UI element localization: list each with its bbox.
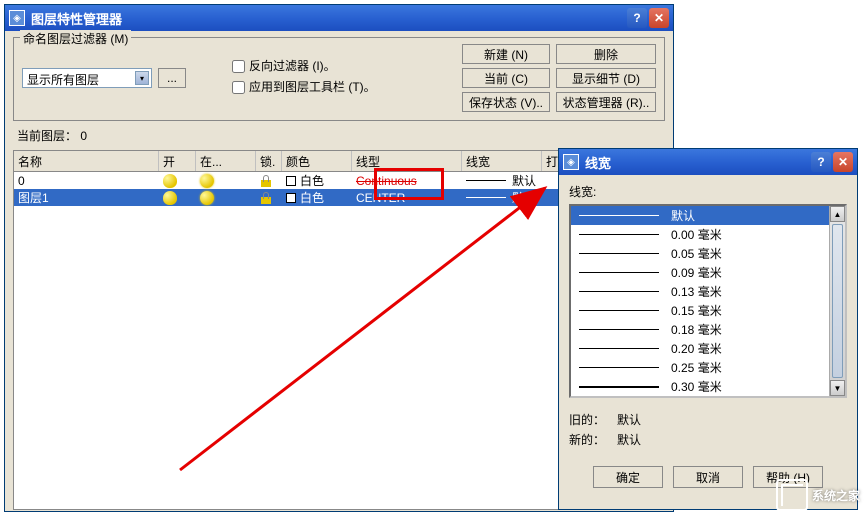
details-button[interactable]: 显示细节 (D) (556, 68, 656, 88)
filter-fieldset: 命名图层过滤器 (M) 显示所有图层 ▾ ... 反向过滤器 (I)。 应用到图… (13, 37, 665, 121)
col-color[interactable]: 颜色 (282, 151, 352, 171)
color-swatch[interactable] (286, 176, 296, 186)
invert-filter-checkbox[interactable]: 反向过滤器 (I)。 (232, 57, 376, 74)
lw-item[interactable]: 0.09 毫米 (571, 263, 829, 282)
help-icon[interactable]: ? (811, 152, 831, 172)
dropdown-arrow-icon: ▾ (135, 71, 149, 85)
linetype-cell[interactable]: CENTER (352, 189, 462, 206)
linetype-cell[interactable]: Continuous (352, 172, 462, 189)
lw-item-default[interactable]: 默认 (571, 206, 829, 225)
current-button[interactable]: 当前 (C) (462, 68, 550, 88)
close-icon[interactable]: ✕ (649, 8, 669, 28)
help-icon[interactable]: ? (627, 8, 647, 28)
new-button[interactable]: 新建 (N) (462, 44, 550, 64)
lw-titlebar[interactable]: ◈ 线宽 ? ✕ (559, 149, 857, 175)
lw-item[interactable]: 0.25 毫米 (571, 358, 829, 377)
lw-item[interactable]: 0.15 毫米 (571, 301, 829, 320)
filter-more-button[interactable]: ... (158, 68, 186, 88)
app-icon: ◈ (563, 154, 579, 170)
scroll-up-icon[interactable]: ▲ (830, 206, 845, 222)
current-layer-text: 当前图层： 0 (13, 125, 665, 150)
layer-name: 0 (14, 172, 159, 189)
lw-item[interactable]: 0.05 毫米 (571, 244, 829, 263)
col-frozen[interactable]: 在... (196, 151, 256, 171)
col-name[interactable]: 名称 (14, 151, 159, 171)
state-manager-button[interactable]: 状态管理器 (R).. (556, 92, 656, 112)
col-on[interactable]: 开 (159, 151, 196, 171)
old-label: 旧的： (569, 410, 617, 430)
col-linetype[interactable]: 线型 (352, 151, 462, 171)
padlock-icon[interactable] (260, 175, 272, 187)
scroll-thumb[interactable] (832, 224, 843, 378)
layer-mgr-titlebar[interactable]: ◈ 图层特性管理器 ? ✕ (5, 5, 673, 31)
lw-item[interactable]: 0.13 毫米 (571, 282, 829, 301)
layer-mgr-title: 图层特性管理器 (31, 9, 627, 28)
delete-button[interactable]: 删除 (556, 44, 656, 64)
filter-select[interactable]: 显示所有图层 ▾ (22, 68, 152, 88)
sun-icon[interactable] (200, 191, 214, 205)
help-button[interactable]: 帮助 (H) (753, 466, 823, 488)
lw-dialog-title: 线宽 (585, 153, 811, 172)
lw-item[interactable]: 0.30 毫米 (571, 377, 829, 396)
padlock-icon[interactable] (260, 192, 272, 204)
cancel-button[interactable]: 取消 (673, 466, 743, 488)
scroll-down-icon[interactable]: ▼ (830, 380, 845, 396)
lineweight-dialog: ◈ 线宽 ? ✕ 线宽: 默认 0.00 毫米 0.05 毫米 0.09 毫米 … (558, 148, 858, 510)
lw-list-label: 线宽: (569, 183, 847, 200)
new-label: 新的： (569, 430, 617, 450)
lw-item[interactable]: 0.20 毫米 (571, 339, 829, 358)
lw-item[interactable]: 0.00 毫米 (571, 225, 829, 244)
filter-legend: 命名图层过滤器 (M) (20, 30, 131, 47)
bulb-icon[interactable] (163, 191, 177, 205)
app-icon: ◈ (9, 10, 25, 26)
sun-icon[interactable] (200, 174, 214, 188)
ok-button[interactable]: 确定 (593, 466, 663, 488)
col-lock[interactable]: 锁. (256, 151, 282, 171)
layer-name: 图层1 (14, 189, 159, 206)
lineweight-cell[interactable]: 默认 (462, 172, 542, 189)
new-value: 默认 (617, 433, 641, 447)
save-state-button[interactable]: 保存状态 (V).. (462, 92, 550, 112)
col-lineweight[interactable]: 线宽 (462, 151, 542, 171)
lw-item[interactable]: 0.18 毫米 (571, 320, 829, 339)
lineweight-listbox: 默认 0.00 毫米 0.05 毫米 0.09 毫米 0.13 毫米 0.15 … (569, 204, 847, 398)
bulb-icon[interactable] (163, 174, 177, 188)
lineweight-cell[interactable]: 默认 (462, 189, 542, 206)
old-value: 默认 (617, 413, 641, 427)
filter-select-value: 显示所有图层 (27, 73, 99, 87)
color-swatch[interactable] (286, 193, 296, 203)
close-icon[interactable]: ✕ (833, 152, 853, 172)
scrollbar[interactable]: ▲ ▼ (829, 206, 845, 396)
apply-toolbar-checkbox[interactable]: 应用到图层工具栏 (T)。 (232, 78, 376, 95)
